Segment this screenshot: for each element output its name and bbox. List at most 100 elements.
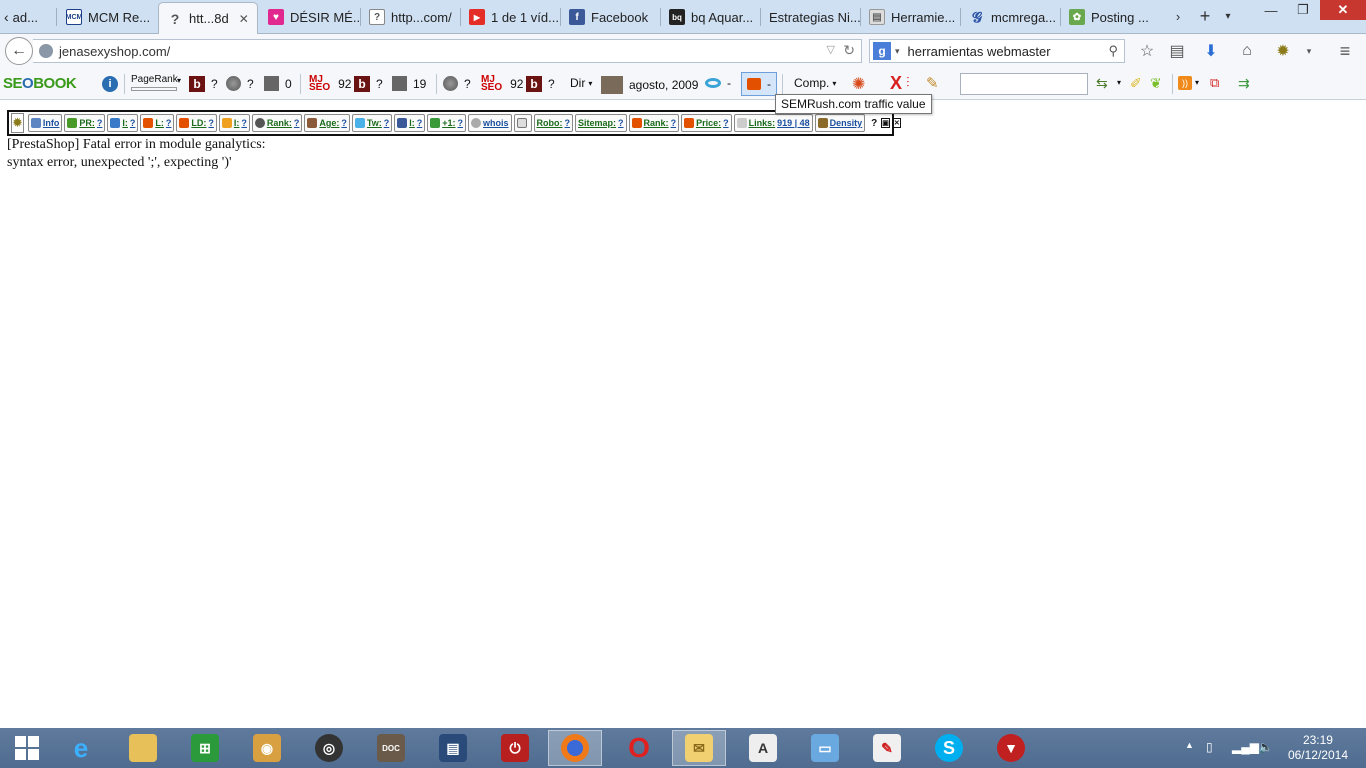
tab-bq[interactable]: bq bq Aquar... — [661, 2, 761, 32]
taskbar-speaker[interactable]: ◎ — [302, 730, 356, 766]
window-close-icon[interactable]: ✕ — [1320, 0, 1366, 20]
mini-sitemap[interactable]: Sitemap:? — [575, 114, 627, 132]
majestic-seo-2[interactable]: MJ SEO 92 — [481, 75, 523, 93]
google-index-2[interactable]: ? — [443, 76, 471, 91]
bing-links-3[interactable]: b? — [526, 76, 555, 92]
taskbar-doc[interactable]: DOC — [364, 730, 418, 766]
reload-icon[interactable]: ↻ — [843, 42, 855, 59]
mini-facebook[interactable]: l:? — [394, 114, 426, 132]
tab-http[interactable]: ? http...com/ — [361, 2, 461, 32]
taskbar-remote[interactable]: ▭ — [798, 730, 852, 766]
directory-dropdown[interactable]: Dir ▾ — [570, 76, 592, 90]
mini-age[interactable]: Age:? — [304, 114, 350, 132]
share-arrow-icon[interactable]: ⇉ — [1238, 75, 1250, 92]
mini-page-source[interactable] — [513, 114, 532, 132]
highlighter-icon[interactable]: ✐ — [1130, 75, 1142, 92]
home-icon[interactable]: ⌂ — [1236, 41, 1258, 61]
taskbar-store[interactable]: ⊞ — [178, 730, 232, 766]
seobook-gear-icon[interactable]: ✹ — [11, 113, 24, 133]
bing-backlinks[interactable]: b? — [189, 76, 218, 92]
tab-desir[interactable]: ♥ DÉSIR MÉ... — [260, 2, 360, 32]
tab-mcmrega[interactable]: 𝓖 mcmrega... — [961, 2, 1061, 32]
notepad-icon[interactable]: ✎ — [926, 74, 939, 92]
tab-posting[interactable]: ✿ Posting ... — [1061, 2, 1161, 32]
bookmark-star-icon[interactable]: ☆ — [1136, 41, 1158, 61]
tab-active[interactable]: ? htt...8d ✕ — [158, 2, 258, 34]
restore-icon[interactable]: ❐ — [1286, 0, 1320, 20]
tab-scroll-left[interactable]: ‹ ad... — [0, 2, 52, 32]
address-bar[interactable]: jenasexyshop.com/ ▽ ↻ — [33, 39, 862, 63]
mini-price[interactable]: Price:? — [681, 114, 732, 132]
back-button[interactable]: ← — [5, 37, 33, 65]
mini-links-count[interactable]: Links: 919 | 48 — [733, 114, 813, 132]
search-bar[interactable]: g ▾ herramientas webmaster ⚲ — [869, 39, 1125, 63]
mini-close-icon[interactable]: ✕ — [892, 118, 901, 128]
pagerank-dropdown-icon[interactable]: ▾ — [177, 76, 181, 85]
tray-expand-icon[interactable]: ▲ — [1185, 740, 1194, 750]
rss-dropdown-icon[interactable]: ▾ — [1195, 78, 1199, 87]
semrush-button[interactable]: - — [741, 72, 777, 96]
alexa-rank[interactable]: - — [705, 76, 731, 90]
search-icon[interactable]: ⚲ — [1108, 43, 1118, 59]
spider-icon[interactable]: ✺ — [852, 74, 865, 94]
volume-icon[interactable]: 🔈 — [1258, 740, 1273, 754]
taskbar-opera[interactable]: O — [612, 730, 666, 766]
close-tab-icon[interactable]: ✕ — [239, 12, 249, 26]
mini-links[interactable]: L:? — [140, 114, 175, 132]
new-tab-icon[interactable]: + — [1192, 6, 1218, 26]
pagerank-button[interactable]: PageRank — [131, 74, 178, 91]
start-button[interactable] — [0, 730, 54, 766]
mini-rank[interactable]: Rank:? — [251, 114, 303, 132]
taskbar-editor[interactable]: ▤ — [426, 730, 480, 766]
seobook-logo[interactable]: SEOBOOK — [3, 75, 77, 92]
tab-list-icon[interactable]: ▾ — [1218, 6, 1238, 26]
minimize-icon[interactable]: — — [1254, 0, 1288, 20]
mini-density[interactable]: Density — [814, 114, 866, 132]
archive-date[interactable]: agosto, 2009 — [601, 76, 698, 94]
taskbar-explorer[interactable] — [116, 730, 170, 766]
mini-expand-icon[interactable]: ▣ — [881, 118, 890, 128]
taskbar-app-camera[interactable]: ◉ — [240, 730, 294, 766]
bing-links-2[interactable]: b? — [354, 76, 383, 92]
leaf-icon[interactable]: ❦ — [1150, 75, 1162, 92]
system-clock[interactable]: 23:19 06/12/2014 — [1288, 733, 1348, 763]
rss-icon[interactable]: )) — [1178, 76, 1192, 90]
chart-tool-icon[interactable]: ⫶ — [906, 74, 910, 91]
seo-search-input[interactable] — [960, 73, 1088, 95]
mini-plusone[interactable]: +1:? — [427, 114, 467, 132]
taskbar-power[interactable]: ⏻ — [488, 730, 542, 766]
addon-gear-icon[interactable]: ✹ — [1272, 41, 1294, 61]
search-dropdown-icon[interactable]: ▾ — [1117, 78, 1121, 87]
mini-linking-domains[interactable]: LD:? — [176, 114, 217, 132]
tab-herramientas[interactable]: ▤ Herramie... — [861, 2, 961, 32]
x-tool-icon[interactable]: X — [890, 73, 902, 94]
external-link-icon[interactable]: ⧉ — [1210, 75, 1219, 91]
mini-info[interactable]: Info — [27, 114, 63, 132]
google-icon[interactable]: g — [873, 42, 891, 60]
mini-robots[interactable]: Robo:? — [533, 114, 574, 132]
calendar-2[interactable]: 19 — [392, 76, 426, 91]
mini-pr[interactable]: PR:? — [64, 114, 106, 132]
mini-whois[interactable]: whois — [468, 114, 512, 132]
taskbar-tv[interactable]: ▼ — [984, 730, 1038, 766]
search-input[interactable]: herramientas webmaster — [908, 44, 1051, 59]
mini-help[interactable]: ? — [871, 118, 877, 129]
taskbar-ie[interactable]: e — [54, 730, 108, 766]
tab-facebook[interactable]: f Facebook — [561, 2, 661, 32]
taskbar-firefox[interactable] — [548, 730, 602, 766]
taskbar-skype[interactable]: S — [922, 730, 976, 766]
taskbar-font-viewer[interactable]: A — [736, 730, 790, 766]
compare-dropdown[interactable]: Comp. ▾ — [794, 76, 836, 90]
mini-twitter[interactable]: Tw:? — [351, 114, 393, 132]
bookmarks-menu-icon[interactable]: ▤ — [1166, 41, 1188, 61]
history-dropdown-icon[interactable]: ▽ — [827, 43, 835, 56]
taskbar-outlook[interactable]: ✉ — [672, 730, 726, 766]
google-index[interactable]: ? — [226, 76, 254, 91]
downloads-icon[interactable]: ⬇ — [1200, 41, 1222, 61]
network-icon[interactable]: ▂▄▆ — [1232, 740, 1259, 754]
tab-estrategias[interactable]: Estrategias Ni... — [761, 2, 861, 32]
info-icon[interactable]: i — [102, 76, 118, 92]
addon-dropdown-icon[interactable]: ▾ — [1298, 41, 1320, 61]
tab-youtube[interactable]: ▶ 1 de 1 víd... — [461, 2, 561, 32]
cache-date[interactable]: 0 — [264, 76, 292, 91]
